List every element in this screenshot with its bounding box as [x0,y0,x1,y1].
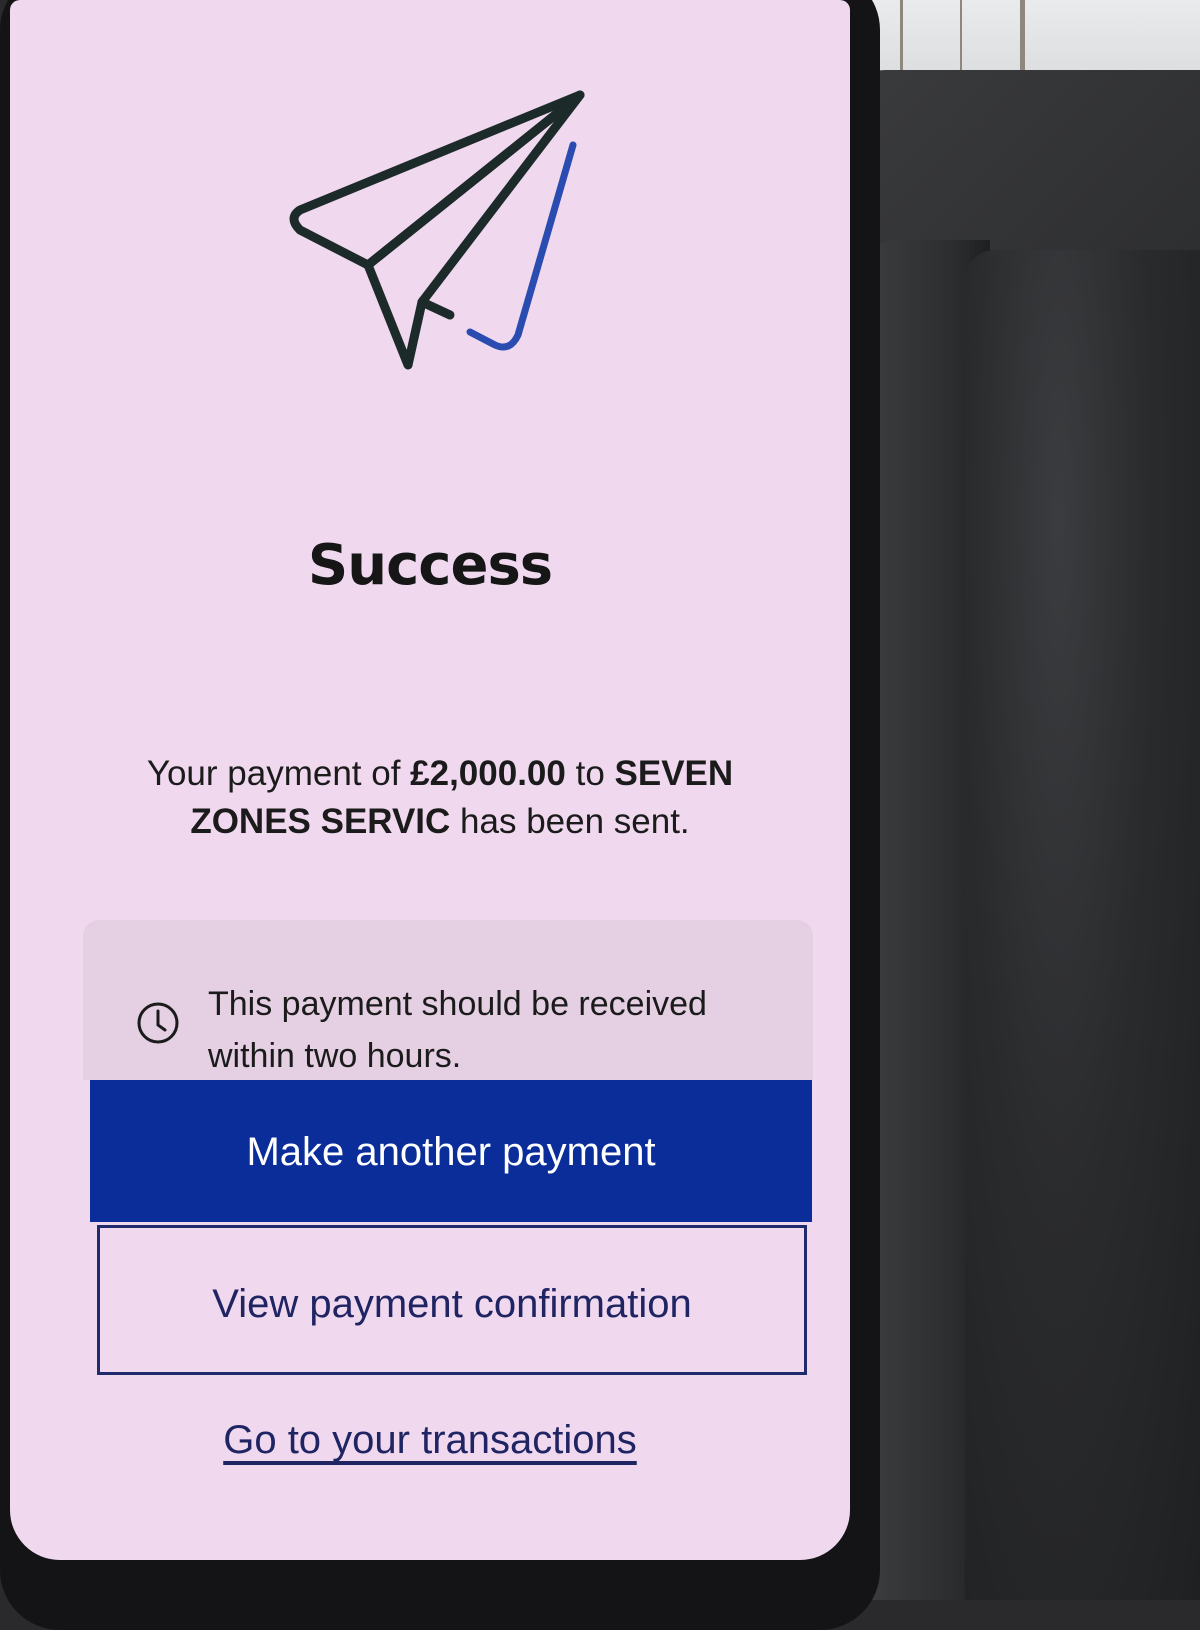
make-another-payment-button[interactable]: Make another payment [90,1080,812,1222]
phone-device: Success Your payment of £2,000.00 to SEV… [0,0,880,1630]
clock-icon [137,1002,179,1044]
payment-amount: £2,000.00 [410,754,566,793]
view-payment-confirmation-button[interactable]: View payment confirmation [97,1225,807,1375]
page-title: Success [307,533,553,598]
message-prefix: Your payment of [146,754,411,793]
background-dashboard-panel [965,250,1200,1600]
payment-message: Your payment of £2,000.00 to SEVEN ZONES… [110,750,770,846]
paper-plane-icon [289,90,585,370]
message-middle: to [565,754,615,793]
phone-screen: Success Your payment of £2,000.00 to SEV… [10,0,850,1560]
info-text: This payment should be received within t… [208,985,707,1075]
info-banner: This payment should be received within t… [83,920,813,1080]
go-to-transactions-link[interactable]: Go to your transactions [10,1418,850,1463]
message-suffix: has been sent. [450,802,690,841]
